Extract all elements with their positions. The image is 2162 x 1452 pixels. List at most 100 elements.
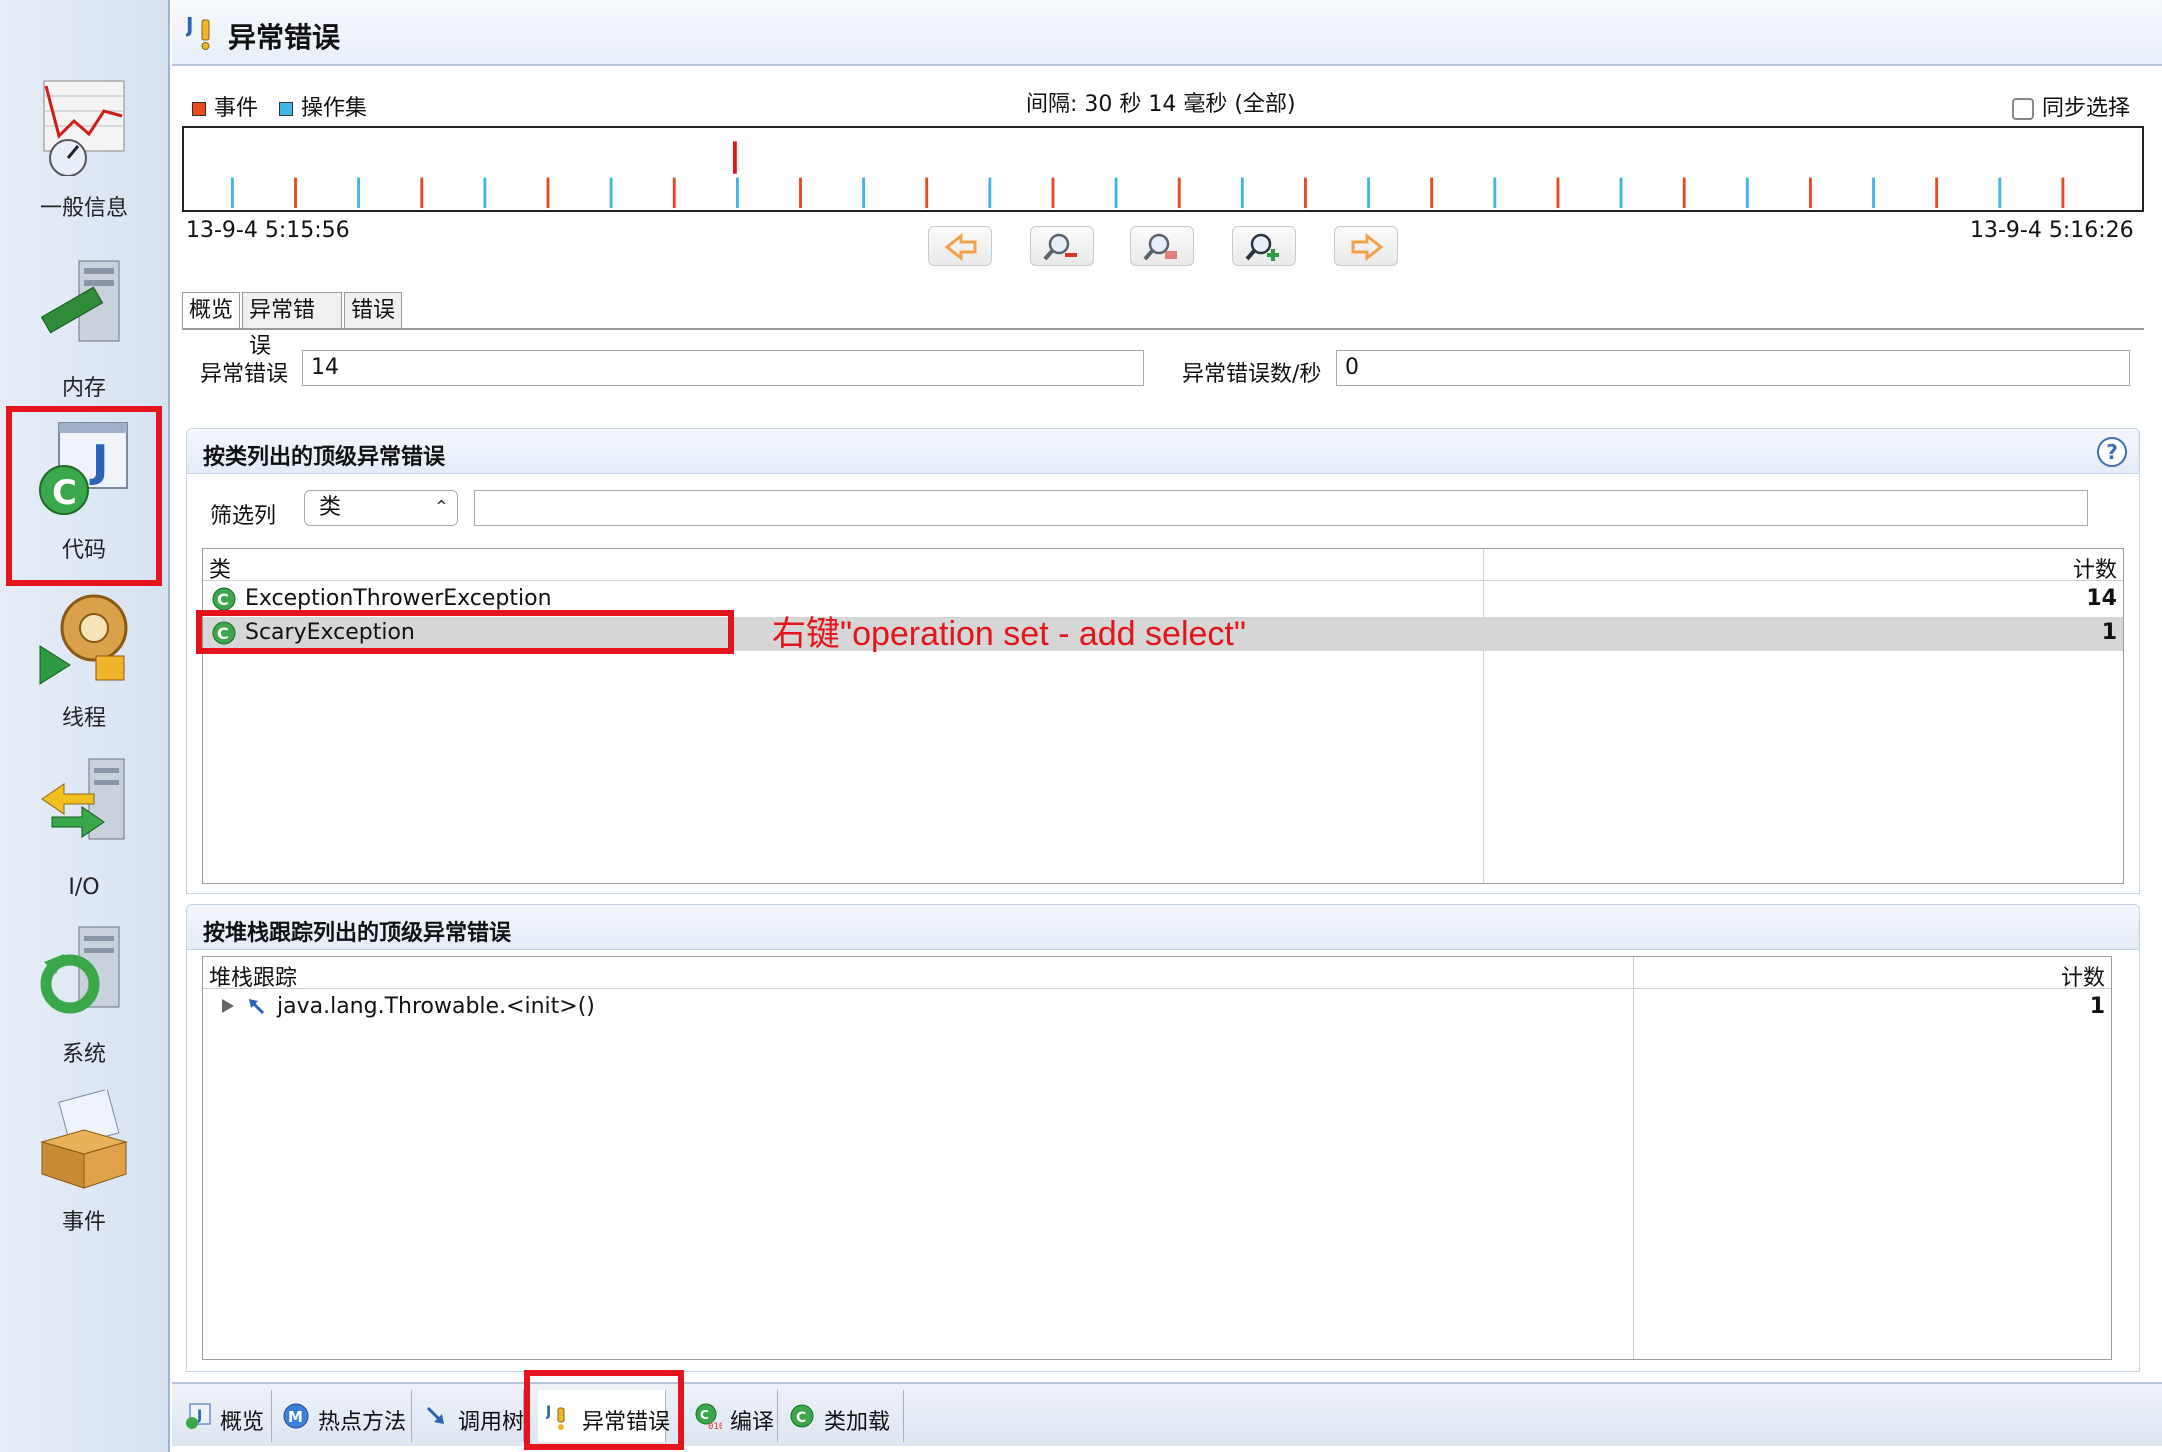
by-stack-section-header: 按堆栈跟踪列出的顶级异常错误	[186, 904, 2140, 950]
class-name: ExceptionThrowerException	[245, 586, 552, 611]
class-count: 1	[2101, 620, 2117, 645]
exception-icon: J	[186, 13, 210, 50]
filter-column-label: 筛选列	[210, 504, 277, 529]
by-class-table: 类 计数 C ExceptionThrowerException 14 C Sc…	[202, 548, 2124, 884]
gauge-chart-icon	[43, 80, 125, 176]
filter-column-value: 类	[319, 495, 342, 520]
highlight-box-scary-exception	[196, 610, 734, 654]
sidebar-item-events[interactable]: 事件	[8, 1084, 160, 1244]
by-stack-table: 堆栈跟踪 计数 java.lang.Throwable.<init>() 1	[202, 956, 2112, 1360]
exceptions-count-label: 异常错误	[200, 362, 289, 387]
sidebar-item-io[interactable]: I/O	[8, 748, 160, 908]
bottom-tab-label: 调用树	[458, 1410, 524, 1435]
sidebar-item-label: 一般信息	[39, 196, 128, 221]
event-box-icon	[40, 1090, 128, 1189]
svg-text:010: 010	[708, 1422, 722, 1430]
bottom-tab-class-loading[interactable]: C 类加载	[780, 1390, 904, 1442]
exceptions-rate-field[interactable]: 0	[1336, 350, 2130, 386]
bottom-tab-bar: J 概览 M 热点方法 调用树 J 异常错误 C 010 编译 C 类加载	[172, 1382, 2162, 1446]
event-legend-swatch	[192, 102, 206, 116]
page-header: J 异常错误	[172, 0, 2162, 66]
class-icon: C	[212, 587, 236, 611]
zoom-out-button[interactable]	[1030, 226, 1094, 266]
tab-exceptions[interactable]: 异常错误	[242, 292, 342, 359]
class-load-icon: C	[790, 1404, 814, 1428]
tab-errors[interactable]: 错误	[344, 292, 402, 330]
compile-icon: C010	[695, 1403, 722, 1430]
by-stack-section-title: 按堆栈跟踪列出的顶级异常错误	[203, 921, 512, 946]
sidebar-item-label: 线程	[61, 706, 106, 731]
stack-frame-name: java.lang.Throwable.<init>()	[277, 994, 595, 1019]
filter-text-input[interactable]	[474, 490, 2088, 526]
scroll-right-button[interactable]	[1334, 226, 1398, 266]
zoom-reset-icon	[1143, 233, 1177, 261]
opset-legend-swatch	[279, 102, 294, 116]
sidebar-item-memory[interactable]: 内存	[8, 250, 160, 410]
sync-selection-checkbox[interactable]: 同步选择	[2012, 90, 2130, 122]
interval-label: 间隔: 30 秒 14 毫秒 (全部)	[1026, 92, 1296, 117]
svg-text:J: J	[186, 13, 193, 37]
highlight-box-exceptions-tab	[524, 1370, 684, 1450]
bottom-tab-compile[interactable]: C 010 编译	[686, 1390, 778, 1442]
bottom-tab-label: 类加载	[824, 1410, 891, 1435]
exceptions-rate-label: 异常错误数/秒	[1182, 362, 1322, 387]
help-icon[interactable]: ?	[2097, 437, 2127, 467]
by-class-section-header: 按类列出的顶级异常错误 ?	[186, 428, 2140, 474]
bottom-tab-overview[interactable]: J 概览	[176, 1390, 272, 1442]
bottom-tab-label: 热点方法	[318, 1410, 407, 1435]
scroll-left-button[interactable]	[928, 226, 992, 266]
tab-overview[interactable]: 概览	[182, 292, 240, 330]
column-header-count[interactable]: 计数	[2073, 552, 2117, 584]
legend-opset-label: 操作集	[301, 96, 368, 121]
sidebar-item-label: I/O	[68, 875, 100, 900]
zoom-reset-button[interactable]	[1130, 226, 1194, 266]
sidebar-item-general[interactable]: 一般信息	[8, 70, 160, 230]
timeline-end-time: 13-9-4 5:16:26	[1970, 218, 2134, 243]
chevron-updown-icon: ⌃	[433, 497, 449, 518]
sidebar-item-threads[interactable]: 线程	[8, 580, 160, 740]
svg-text:C: C	[700, 1408, 709, 1422]
svg-text:M: M	[288, 1408, 303, 1426]
column-header-stack-trace[interactable]: 堆栈跟踪	[209, 960, 297, 992]
memory-server-icon	[40, 260, 120, 342]
svg-text:C: C	[796, 1410, 806, 1426]
bottom-tab-hot-methods[interactable]: M 热点方法	[274, 1390, 412, 1442]
table-header: 类 计数	[203, 549, 2123, 584]
column-header-count[interactable]: 计数	[2061, 960, 2105, 992]
expand-triangle-icon[interactable]	[219, 997, 237, 1015]
thread-gear-lock-icon	[39, 594, 128, 685]
tab-divider	[182, 328, 2144, 330]
system-refresh-icon	[40, 926, 120, 1014]
call-tree-icon	[426, 1406, 444, 1424]
by-class-section-title: 按类列出的顶级异常错误	[203, 445, 446, 470]
right-arrow-icon	[1351, 232, 1384, 262]
sidebar-item-label: 事件	[61, 1210, 106, 1235]
stack-frame-count: 1	[2089, 994, 2105, 1019]
checkbox-box[interactable]	[2012, 98, 2034, 120]
column-header-class[interactable]: 类	[209, 552, 231, 584]
sync-label: 同步选择	[2042, 96, 2131, 121]
method-icon: M	[283, 1403, 309, 1429]
exceptions-count-field[interactable]: 14	[302, 350, 1144, 386]
bottom-tab-label: 概览	[220, 1410, 265, 1435]
class-count: 14	[2086, 586, 2117, 611]
highlight-box-code	[6, 406, 162, 586]
zoom-in-icon	[1245, 233, 1279, 261]
overview-icon: J	[186, 1403, 211, 1429]
method-arrow-icon	[249, 999, 265, 1015]
io-arrows-server-icon	[41, 758, 125, 840]
left-arrow-icon	[944, 232, 977, 262]
sidebar-item-system[interactable]: 系统	[8, 916, 160, 1076]
svg-text:C: C	[217, 590, 229, 609]
legend-event-label: 事件	[214, 96, 259, 121]
filter-column-select[interactable]: 类 ⌃	[304, 490, 458, 526]
event-timeline[interactable]	[182, 126, 2144, 212]
table-header: 堆栈跟踪 计数	[203, 957, 2111, 992]
bottom-tab-label: 编译	[730, 1410, 775, 1435]
sidebar: 一般信息 内存 J C 代码 线程 I/O 系统 事件	[0, 0, 170, 1452]
table-row[interactable]: java.lang.Throwable.<init>() 1	[203, 991, 2111, 1025]
zoom-out-icon	[1043, 233, 1077, 261]
bottom-tab-call-tree[interactable]: 调用树	[414, 1390, 524, 1442]
timeline-start-time: 13-9-4 5:15:56	[186, 218, 350, 243]
zoom-in-button[interactable]	[1232, 226, 1296, 266]
